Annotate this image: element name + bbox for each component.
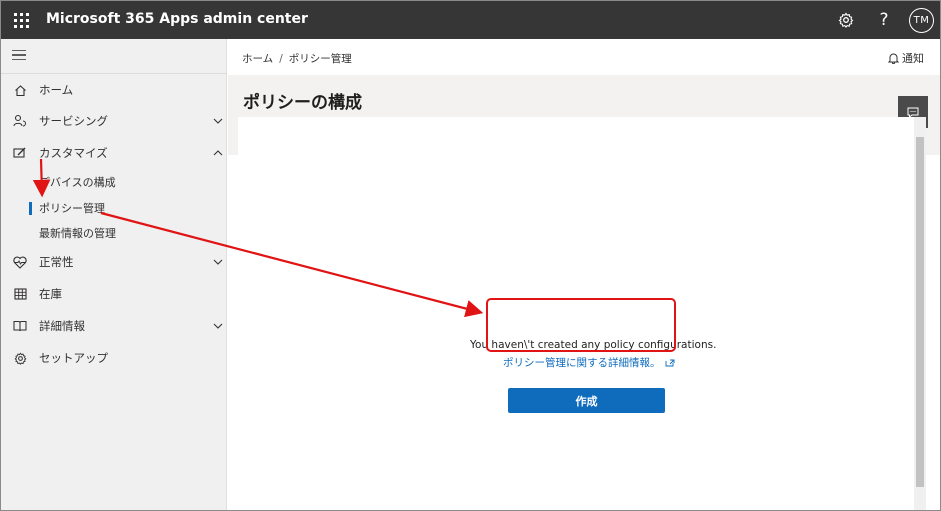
notifications-label: 通知 (902, 52, 924, 65)
sidebar-subitem-policy-management[interactable]: ポリシー管理 (1, 197, 226, 219)
breadcrumb-current: ポリシー管理 (288, 53, 352, 65)
avatar[interactable]: TM (909, 8, 934, 33)
chevron-up-icon[interactable] (213, 148, 223, 158)
sidebar-item-label: セットアップ (39, 351, 108, 365)
sidebar-item-label: カスタマイズ (39, 146, 108, 160)
book-icon (12, 318, 28, 334)
home-icon (12, 82, 28, 98)
annotation-highlight-box (486, 298, 676, 352)
selection-indicator (29, 202, 32, 215)
sidebar-subitem-label: デバイスの構成 (39, 176, 116, 189)
sidebar-item-home[interactable]: ホーム (1, 76, 226, 104)
learn-more-label: ポリシー管理に関する詳細情報。 (503, 357, 661, 369)
waffle-icon[interactable] (10, 9, 32, 31)
chevron-down-icon[interactable] (213, 321, 223, 331)
learn-more-link[interactable]: ポリシー管理に関する詳細情報。 (503, 355, 675, 370)
create-button[interactable]: 作成 (508, 388, 665, 413)
bell-icon (888, 53, 899, 64)
sidebar-subitem-whats-new[interactable]: 最新情報の管理 (1, 222, 226, 244)
sidebar-item-label: 正常性 (39, 255, 74, 269)
sidebar-subitem-label: 最新情報の管理 (39, 227, 116, 240)
sidebar-item-label: 詳細情報 (39, 319, 85, 333)
hamburger-icon[interactable] (12, 50, 26, 60)
page-title: ポリシーの構成 (243, 93, 362, 113)
sidebar-item-label: 在庫 (39, 287, 62, 301)
sidebar-item-setup[interactable]: セットアップ (1, 344, 226, 372)
app-title: Microsoft 365 Apps admin center (46, 11, 308, 27)
heart-pulse-icon (12, 254, 28, 270)
sidebar-item-servicing[interactable]: サービシング (1, 107, 226, 135)
top-bar: Microsoft 365 Apps admin center ? TM (1, 1, 940, 39)
breadcrumb-separator: / (279, 53, 283, 65)
sidebar-divider (1, 73, 226, 74)
breadcrumb-home[interactable]: ホーム (242, 53, 273, 65)
chevron-down-icon[interactable] (213, 257, 223, 267)
chevron-down-icon[interactable] (213, 116, 223, 126)
sidebar-item-label: サービシング (39, 114, 108, 128)
settings-icon (12, 350, 28, 366)
main-pane: ホーム / ポリシー管理 通知 ポリシーの構成 You haven\'t creat… (228, 39, 940, 510)
scrollbar[interactable] (914, 117, 926, 510)
sidebar-subitem-device-config[interactable]: デバイスの構成 (1, 171, 226, 193)
external-link-icon (665, 359, 674, 366)
notifications-button[interactable]: 通知 (888, 50, 924, 66)
grid-icon (12, 286, 28, 302)
sidebar-item-customize[interactable]: カスタマイズ (1, 139, 226, 167)
sidebar: ホーム サービシング カスタマイズ デバイスの構成 ポリシー管理 最新情報の管理 (1, 39, 227, 510)
sidebar-subitem-label: ポリシー管理 (39, 202, 105, 215)
sidebar-item-label: ホーム (39, 83, 74, 97)
sidebar-item-health[interactable]: 正常性 (1, 248, 226, 276)
gear-icon[interactable] (834, 8, 858, 32)
sidebar-item-more-info[interactable]: 詳細情報 (1, 312, 226, 340)
sidebar-item-inventory[interactable]: 在庫 (1, 280, 226, 308)
edit-board-icon (12, 145, 28, 161)
feedback-icon (907, 107, 919, 118)
person-sync-icon (12, 113, 28, 129)
app-window: Microsoft 365 Apps admin center ? TM ホーム… (0, 0, 941, 511)
help-icon[interactable]: ? (872, 8, 896, 32)
scroll-thumb[interactable] (916, 137, 924, 487)
breadcrumb: ホーム / ポリシー管理 (242, 51, 352, 66)
